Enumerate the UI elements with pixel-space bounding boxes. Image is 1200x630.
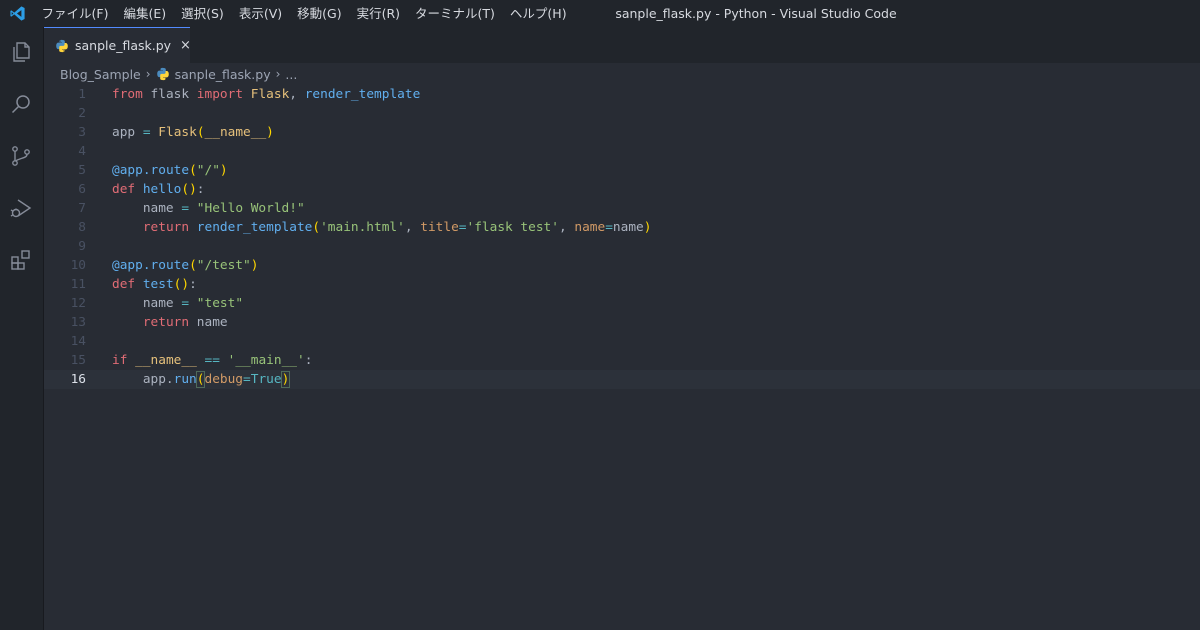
code-text: name = "test" — [112, 296, 244, 311]
code-text: if __name__ == '__main__': — [112, 353, 313, 368]
code-text: def test(): — [112, 277, 197, 292]
code-text: app.run(debug=True) — [112, 371, 291, 388]
source-control-icon[interactable] — [4, 139, 38, 173]
line-number: 6 — [78, 182, 86, 197]
tab-sanple-flask[interactable]: sanple_flask.py × — [44, 27, 191, 63]
menu-go[interactable]: 移動(G) — [290, 0, 349, 27]
python-file-icon — [156, 67, 170, 81]
tab-bar: sanple_flask.py × — [44, 27, 1200, 63]
extensions-icon[interactable] — [4, 243, 38, 277]
menu-edit[interactable]: 編集(E) — [116, 0, 174, 27]
menu-file[interactable]: ファイル(F) — [34, 0, 116, 27]
line-number: 13 — [70, 315, 86, 330]
vscode-logo-icon — [0, 0, 34, 27]
code-line[interactable]: 9 — [44, 237, 1200, 256]
breadcrumb-more[interactable]: ... — [285, 67, 297, 82]
chevron-right-icon: › — [145, 67, 151, 81]
code-line[interactable]: 13 return name — [44, 313, 1200, 332]
line-number: 14 — [70, 334, 86, 349]
files-icon[interactable] — [4, 35, 38, 69]
code-text: return name — [142, 315, 228, 330]
code-line[interactable]: 4 — [44, 142, 1200, 161]
line-number: 15 — [70, 353, 86, 368]
menu-help[interactable]: ヘルプ(H) — [502, 0, 574, 27]
code-text: def hello(): — [112, 182, 205, 197]
code-text: from flask import Flask, render_template — [112, 87, 421, 102]
code-line[interactable]: 11 def test(): — [44, 275, 1200, 294]
code-line[interactable]: 3 app = Flask(__name__) — [44, 123, 1200, 142]
line-number: 7 — [78, 201, 86, 216]
code-line[interactable]: 14 — [44, 332, 1200, 351]
line-number: 12 — [70, 296, 86, 311]
code-line[interactable]: 16 app.run(debug=True) — [44, 370, 1200, 389]
menu-bar: ファイル(F) 編集(E) 選択(S) 表示(V) 移動(G) 実行(R) ター… — [34, 0, 574, 27]
python-file-icon — [55, 39, 69, 53]
code-line[interactable]: 8 return render_template('main.html', ti… — [44, 218, 1200, 237]
code-text: name = "Hello World!" — [112, 201, 305, 216]
search-icon[interactable] — [4, 87, 38, 121]
line-number: 9 — [78, 239, 86, 254]
tab-label: sanple_flask.py — [75, 38, 172, 53]
menu-view[interactable]: 表示(V) — [231, 0, 289, 27]
code-text: @app.route("/") — [112, 163, 228, 178]
line-number: 1 — [78, 87, 86, 102]
code-area[interactable]: 1 from flask import Flask, render_templat… — [44, 85, 1200, 389]
code-line[interactable]: 15 if __name__ == '__main__': — [44, 351, 1200, 370]
code-line[interactable]: 6 def hello(): — [44, 180, 1200, 199]
code-line[interactable]: 1 from flask import Flask, render_templat… — [44, 85, 1200, 104]
code-line[interactable]: 12 name = "test" — [44, 294, 1200, 313]
line-number: 4 — [78, 144, 86, 159]
code-text: app = Flask(__name__) — [112, 125, 274, 140]
code-line[interactable]: 2 — [44, 104, 1200, 123]
code-line[interactable]: 5 @app.route("/") — [44, 161, 1200, 180]
editor[interactable]: Blog_Sample › sanple_flask.py › ... 1 fro… — [44, 63, 1200, 630]
menu-selection[interactable]: 選択(S) — [174, 0, 232, 27]
menu-run[interactable]: 実行(R) — [349, 0, 407, 27]
code-text: return render_template('main.html', titl… — [142, 220, 652, 235]
line-number: 10 — [70, 258, 86, 273]
chevron-right-icon: › — [275, 67, 281, 81]
close-icon[interactable]: × — [180, 38, 191, 53]
breadcrumb-file[interactable]: sanple_flask.py — [175, 67, 271, 82]
code-line[interactable]: 10 @app.route("/test") — [44, 256, 1200, 275]
menu-terminal[interactable]: ターミナル(T) — [408, 0, 503, 27]
activity-bar — [0, 27, 44, 630]
breadcrumb: Blog_Sample › sanple_flask.py › ... — [60, 63, 297, 85]
code-line[interactable]: 7 name = "Hello World!" — [44, 199, 1200, 218]
code-text: @app.route("/test") — [112, 258, 259, 273]
line-number: 2 — [78, 106, 86, 121]
run-debug-icon[interactable] — [4, 191, 38, 225]
breadcrumb-folder[interactable]: Blog_Sample — [60, 67, 141, 82]
line-number: 8 — [78, 220, 86, 235]
line-number: 11 — [70, 277, 86, 292]
line-number: 3 — [78, 125, 86, 140]
title-bar: ファイル(F) 編集(E) 選択(S) 表示(V) 移動(G) 実行(R) ター… — [0, 0, 1200, 27]
line-number: 5 — [78, 163, 86, 178]
line-number: 16 — [70, 372, 86, 387]
